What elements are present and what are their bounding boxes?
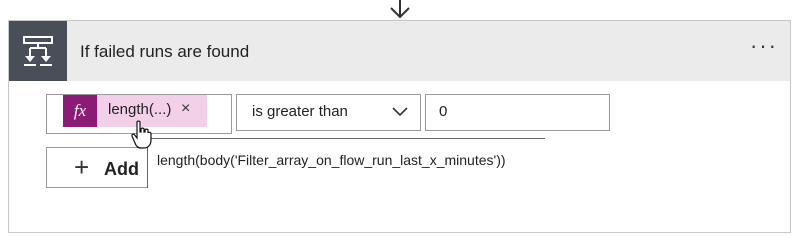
fx-icon: fx — [63, 95, 97, 127]
condition-icon — [9, 21, 67, 81]
tooltip-text: length(body('Filter_array_on_flow_run_la… — [157, 152, 506, 168]
more-options-button[interactable]: ··· — [750, 35, 778, 57]
card-header[interactable]: If failed runs are found ··· — [9, 21, 790, 81]
remove-token-icon[interactable]: × — [181, 100, 190, 118]
right-operand-value[interactable]: 0 — [439, 103, 447, 120]
card-title: If failed runs are found — [80, 42, 250, 61]
add-button-label[interactable]: Add — [104, 159, 139, 180]
expression-token-label[interactable]: length(...) — [108, 101, 171, 118]
right-operand-field[interactable] — [425, 94, 610, 131]
hand-cursor-icon — [130, 120, 154, 155]
arrow-down-icon — [385, 0, 415, 20]
plus-icon: + — [74, 152, 90, 182]
chevron-down-icon — [391, 105, 409, 123]
tooltip-border-top — [147, 138, 545, 139]
operator-selected-label: is greater than — [252, 103, 348, 120]
